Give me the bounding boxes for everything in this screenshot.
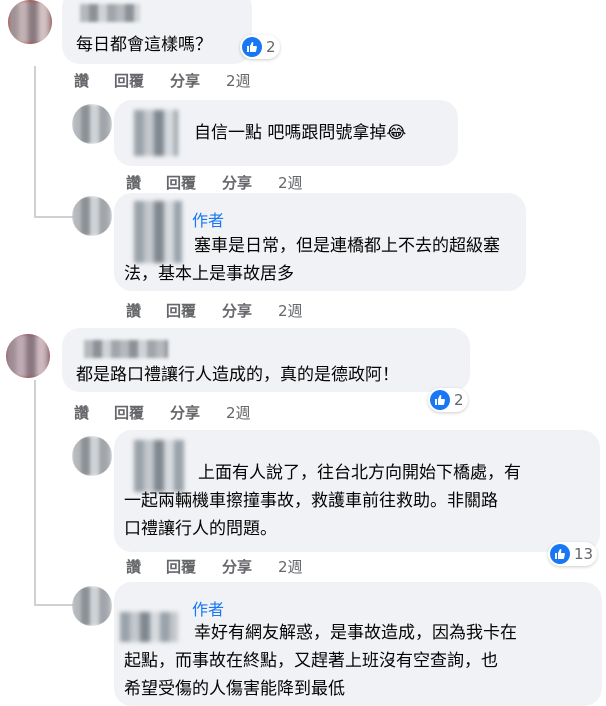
comment-text: 都是路口禮讓行人造成的，真的是德政阿！	[76, 365, 399, 385]
comment-actions: 讚 回覆 分享 2週	[74, 70, 314, 92]
avatar[interactable]	[8, 0, 52, 44]
comment-bubble: 都是路口禮讓行人造成的，真的是德政阿！	[62, 328, 470, 392]
reply-text-line: 塞車是日常，但是連橋都上不去的超級塞	[194, 236, 500, 256]
like-button[interactable]: 讚	[126, 172, 141, 193]
avatar[interactable]	[6, 334, 50, 378]
like-button[interactable]: 讚	[74, 70, 89, 91]
thumbs-up-icon	[550, 544, 570, 564]
commenter-name-blurred[interactable]	[134, 201, 182, 263]
comment-text: 每日都會這樣嗎？	[76, 35, 212, 55]
like-button[interactable]: 讚	[74, 402, 89, 423]
reply-actions: 讚 回覆 分享 2週	[126, 300, 366, 322]
reply-bubble: 自信一點 吧嗎跟問號拿掉😂	[114, 100, 458, 166]
avatar[interactable]	[72, 196, 112, 236]
thread-line	[34, 216, 74, 218]
reply-text: 自信一點 吧嗎跟問號拿掉😂	[194, 123, 407, 143]
commenter-name-blurred[interactable]	[120, 612, 178, 642]
reply-text-line: 一起兩輛機車擦撞事故，救護車前往救助。非關路	[124, 491, 498, 511]
avatar[interactable]	[72, 104, 112, 144]
thumbs-up-icon	[430, 390, 450, 410]
thread-line	[34, 380, 36, 604]
share-button[interactable]: 分享	[222, 556, 252, 577]
comment-actions: 讚 回覆 分享 2週	[74, 402, 314, 424]
share-button[interactable]: 分享	[170, 70, 200, 91]
reply-button[interactable]: 回覆	[114, 70, 144, 91]
reply-text-line: 起點，而事故在終點，又趕著上班沒有空查詢，也	[124, 651, 498, 671]
author-badge: 作者	[192, 211, 225, 230]
commenter-name-blurred[interactable]	[134, 110, 178, 156]
reply-text-line: 上面有人說了，往台北方向開始下橋處，有	[198, 463, 521, 483]
timestamp[interactable]: 2週	[226, 70, 251, 91]
reply-text-line: 幸好有網友解惑，是事故造成，因為我卡在	[194, 623, 517, 643]
like-button[interactable]: 讚	[126, 300, 141, 321]
reply-actions: 讚 回覆 分享 2週	[126, 556, 366, 578]
timestamp[interactable]: 2週	[278, 556, 303, 577]
like-reaction-pill[interactable]: 13	[548, 542, 598, 566]
reply-button[interactable]: 回覆	[166, 300, 196, 321]
avatar[interactable]	[72, 436, 112, 476]
like-reaction-pill[interactable]: 2	[240, 35, 280, 59]
reply-text-line: 口禮讓行人的問題。	[124, 519, 277, 539]
commenter-name-blurred[interactable]	[80, 4, 140, 22]
reply-bubble: 作者 塞車是日常，但是連橋都上不去的超級塞 法，基本上是事故居多	[114, 193, 526, 291]
reply-actions: 讚 回覆 分享 2週	[126, 172, 366, 194]
avatar[interactable]	[72, 586, 112, 626]
author-badge: 作者	[192, 600, 225, 619]
like-reaction-pill[interactable]: 2	[428, 388, 468, 412]
reply-bubble: 上面有人說了，往台北方向開始下橋處，有 一起兩輛機車擦撞事故，救護車前往救助。非…	[114, 430, 600, 552]
timestamp[interactable]: 2週	[278, 172, 303, 193]
timestamp[interactable]: 2週	[226, 402, 251, 423]
reply-bubble: 作者 幸好有網友解惑，是事故造成，因為我卡在 起點，而事故在終點，又趕著上班沒有…	[114, 582, 602, 706]
like-count: 2	[454, 391, 464, 409]
like-button[interactable]: 讚	[126, 556, 141, 577]
share-button[interactable]: 分享	[222, 172, 252, 193]
reply-button[interactable]: 回覆	[166, 172, 196, 193]
reply-button[interactable]: 回覆	[114, 402, 144, 423]
reply-text-line: 法，基本上是事故居多	[124, 264, 294, 284]
thumbs-up-icon	[242, 37, 262, 57]
commenter-name-blurred[interactable]	[84, 340, 168, 358]
thread-line	[34, 66, 36, 216]
like-count: 13	[574, 545, 594, 563]
timestamp[interactable]: 2週	[278, 300, 303, 321]
like-count: 2	[266, 38, 276, 56]
reply-button[interactable]: 回覆	[166, 556, 196, 577]
share-button[interactable]: 分享	[222, 300, 252, 321]
thread-line	[34, 604, 74, 606]
share-button[interactable]: 分享	[170, 402, 200, 423]
commenter-name-blurred[interactable]	[134, 440, 184, 492]
comment-bubble: 每日都會這樣嗎？	[62, 0, 252, 64]
